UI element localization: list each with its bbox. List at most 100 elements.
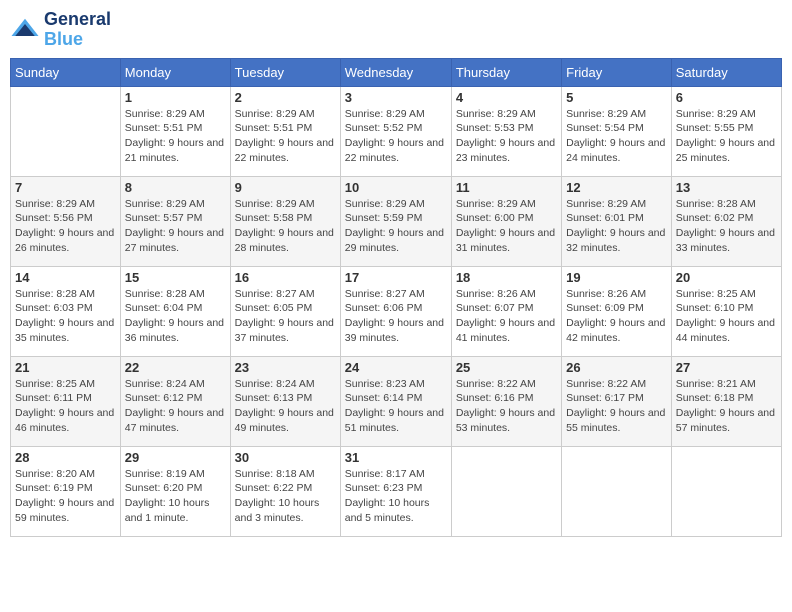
- calendar-cell: [11, 86, 121, 176]
- calendar-cell: 30Sunrise: 8:18 AMSunset: 6:22 PMDayligh…: [230, 446, 340, 536]
- day-info: Sunrise: 8:25 AMSunset: 6:10 PMDaylight:…: [676, 287, 777, 346]
- calendar-cell: 4 Sunrise: 8:29 AMSunset: 5:53 PMDaylight…: [451, 86, 561, 176]
- calendar-header-row: SundayMondayTuesdayWednesdayThursdayFrid…: [11, 58, 782, 86]
- day-number: 7: [15, 180, 116, 195]
- calendar-cell: 8 Sunrise: 8:29 AMSunset: 5:57 PMDaylight…: [120, 176, 230, 266]
- day-info: Sunrise: 8:19 AMSunset: 6:20 PMDaylight:…: [125, 467, 226, 526]
- calendar-cell: 31Sunrise: 8:17 AMSunset: 6:23 PMDayligh…: [340, 446, 451, 536]
- calendar-cell: 24 Sunrise: 8:23 AMSunset: 6:14 PMDayligh…: [340, 356, 451, 446]
- day-info: Sunrise: 8:28 AMSunset: 6:04 PMDaylight:…: [125, 287, 226, 346]
- calendar-cell: 10Sunrise: 8:29 AMSunset: 5:59 PMDayligh…: [340, 176, 451, 266]
- day-number: 2: [235, 90, 336, 105]
- day-info: Sunrise: 8:29 AMSunset: 5:55 PMDaylight:…: [676, 107, 777, 166]
- day-number: 11: [456, 180, 557, 195]
- calendar-cell: 12Sunrise: 8:29 AMSunset: 6:01 PMDayligh…: [562, 176, 672, 266]
- calendar-cell: 27 Sunrise: 8:21 AMSunset: 6:18 PMDayligh…: [671, 356, 781, 446]
- logo-icon: [10, 15, 40, 45]
- calendar-cell: 29 Sunrise: 8:19 AMSunset: 6:20 PMDayligh…: [120, 446, 230, 536]
- day-info: Sunrise: 8:29 AMSunset: 5:56 PMDaylight:…: [15, 197, 116, 256]
- day-info: Sunrise: 8:21 AMSunset: 6:18 PMDaylight:…: [676, 377, 777, 436]
- calendar-week-row: 28 Sunrise: 8:20 AMSunset: 6:19 PMDayligh…: [11, 446, 782, 536]
- weekday-header-tuesday: Tuesday: [230, 58, 340, 86]
- day-number: 29: [125, 450, 226, 465]
- calendar-week-row: 21 Sunrise: 8:25 AMSunset: 6:11 PMDayligh…: [11, 356, 782, 446]
- calendar-cell: 9Sunrise: 8:29 AMSunset: 5:58 PMDaylight…: [230, 176, 340, 266]
- calendar-cell: 15Sunrise: 8:28 AMSunset: 6:04 PMDayligh…: [120, 266, 230, 356]
- logo: GeneralBlue: [10, 10, 111, 50]
- calendar-cell: 22 Sunrise: 8:24 AMSunset: 6:12 PMDayligh…: [120, 356, 230, 446]
- day-info: Sunrise: 8:29 AMSunset: 5:51 PMDaylight:…: [235, 107, 336, 166]
- calendar-cell: 21 Sunrise: 8:25 AMSunset: 6:11 PMDayligh…: [11, 356, 121, 446]
- weekday-header-friday: Friday: [562, 58, 672, 86]
- weekday-header-monday: Monday: [120, 58, 230, 86]
- day-info: Sunrise: 8:29 AMSunset: 5:51 PMDaylight:…: [125, 107, 226, 166]
- day-info: Sunrise: 8:22 AMSunset: 6:16 PMDaylight:…: [456, 377, 557, 436]
- weekday-header-wednesday: Wednesday: [340, 58, 451, 86]
- day-info: Sunrise: 8:29 AMSunset: 5:53 PMDaylight:…: [456, 107, 557, 166]
- day-number: 24: [345, 360, 447, 375]
- calendar-cell: 28 Sunrise: 8:20 AMSunset: 6:19 PMDayligh…: [11, 446, 121, 536]
- day-info: Sunrise: 8:27 AMSunset: 6:06 PMDaylight:…: [345, 287, 447, 346]
- calendar-cell: 18 Sunrise: 8:26 AMSunset: 6:07 PMDayligh…: [451, 266, 561, 356]
- calendar-cell: 1Sunrise: 8:29 AMSunset: 5:51 PMDaylight…: [120, 86, 230, 176]
- calendar-week-row: 1Sunrise: 8:29 AMSunset: 5:51 PMDaylight…: [11, 86, 782, 176]
- day-number: 8: [125, 180, 226, 195]
- logo-text: GeneralBlue: [44, 10, 111, 50]
- day-number: 17: [345, 270, 447, 285]
- day-number: 25: [456, 360, 557, 375]
- day-info: Sunrise: 8:22 AMSunset: 6:17 PMDaylight:…: [566, 377, 667, 436]
- day-info: Sunrise: 8:28 AMSunset: 6:02 PMDaylight:…: [676, 197, 777, 256]
- day-info: Sunrise: 8:23 AMSunset: 6:14 PMDaylight:…: [345, 377, 447, 436]
- day-info: Sunrise: 8:29 AMSunset: 5:52 PMDaylight:…: [345, 107, 447, 166]
- calendar-cell: 20 Sunrise: 8:25 AMSunset: 6:10 PMDayligh…: [671, 266, 781, 356]
- day-number: 22: [125, 360, 226, 375]
- day-info: Sunrise: 8:18 AMSunset: 6:22 PMDaylight:…: [235, 467, 336, 526]
- day-number: 16: [235, 270, 336, 285]
- day-number: 23: [235, 360, 336, 375]
- calendar-cell: [562, 446, 672, 536]
- calendar-table: SundayMondayTuesdayWednesdayThursdayFrid…: [10, 58, 782, 537]
- calendar-cell: 14 Sunrise: 8:28 AMSunset: 6:03 PMDayligh…: [11, 266, 121, 356]
- day-info: Sunrise: 8:24 AMSunset: 6:12 PMDaylight:…: [125, 377, 226, 436]
- weekday-header-thursday: Thursday: [451, 58, 561, 86]
- calendar-cell: 6 Sunrise: 8:29 AMSunset: 5:55 PMDaylight…: [671, 86, 781, 176]
- calendar-cell: 13 Sunrise: 8:28 AMSunset: 6:02 PMDayligh…: [671, 176, 781, 266]
- day-info: Sunrise: 8:29 AMSunset: 6:01 PMDaylight:…: [566, 197, 667, 256]
- day-info: Sunrise: 8:28 AMSunset: 6:03 PMDaylight:…: [15, 287, 116, 346]
- day-info: Sunrise: 8:25 AMSunset: 6:11 PMDaylight:…: [15, 377, 116, 436]
- day-number: 18: [456, 270, 557, 285]
- calendar-cell: 7 Sunrise: 8:29 AMSunset: 5:56 PMDaylight…: [11, 176, 121, 266]
- day-number: 5: [566, 90, 667, 105]
- day-number: 20: [676, 270, 777, 285]
- calendar-cell: 5Sunrise: 8:29 AMSunset: 5:54 PMDaylight…: [562, 86, 672, 176]
- day-number: 13: [676, 180, 777, 195]
- calendar-cell: 17 Sunrise: 8:27 AMSunset: 6:06 PMDayligh…: [340, 266, 451, 356]
- calendar-cell: 2 Sunrise: 8:29 AMSunset: 5:51 PMDaylight…: [230, 86, 340, 176]
- day-number: 4: [456, 90, 557, 105]
- day-info: Sunrise: 8:20 AMSunset: 6:19 PMDaylight:…: [15, 467, 116, 526]
- calendar-cell: 26 Sunrise: 8:22 AMSunset: 6:17 PMDayligh…: [562, 356, 672, 446]
- day-number: 21: [15, 360, 116, 375]
- calendar-cell: 16Sunrise: 8:27 AMSunset: 6:05 PMDayligh…: [230, 266, 340, 356]
- calendar-cell: [671, 446, 781, 536]
- day-number: 26: [566, 360, 667, 375]
- calendar-week-row: 14 Sunrise: 8:28 AMSunset: 6:03 PMDayligh…: [11, 266, 782, 356]
- day-info: Sunrise: 8:29 AMSunset: 5:58 PMDaylight:…: [235, 197, 336, 256]
- day-number: 27: [676, 360, 777, 375]
- calendar-cell: 19Sunrise: 8:26 AMSunset: 6:09 PMDayligh…: [562, 266, 672, 356]
- day-info: Sunrise: 8:26 AMSunset: 6:07 PMDaylight:…: [456, 287, 557, 346]
- day-info: Sunrise: 8:29 AMSunset: 5:57 PMDaylight:…: [125, 197, 226, 256]
- day-number: 10: [345, 180, 447, 195]
- day-number: 28: [15, 450, 116, 465]
- page-header: GeneralBlue: [10, 10, 782, 50]
- calendar-cell: 23 Sunrise: 8:24 AMSunset: 6:13 PMDayligh…: [230, 356, 340, 446]
- day-number: 14: [15, 270, 116, 285]
- day-info: Sunrise: 8:26 AMSunset: 6:09 PMDaylight:…: [566, 287, 667, 346]
- calendar-cell: 25 Sunrise: 8:22 AMSunset: 6:16 PMDayligh…: [451, 356, 561, 446]
- calendar-cell: 3Sunrise: 8:29 AMSunset: 5:52 PMDaylight…: [340, 86, 451, 176]
- weekday-header-sunday: Sunday: [11, 58, 121, 86]
- weekday-header-saturday: Saturday: [671, 58, 781, 86]
- day-number: 6: [676, 90, 777, 105]
- day-info: Sunrise: 8:24 AMSunset: 6:13 PMDaylight:…: [235, 377, 336, 436]
- calendar-week-row: 7 Sunrise: 8:29 AMSunset: 5:56 PMDaylight…: [11, 176, 782, 266]
